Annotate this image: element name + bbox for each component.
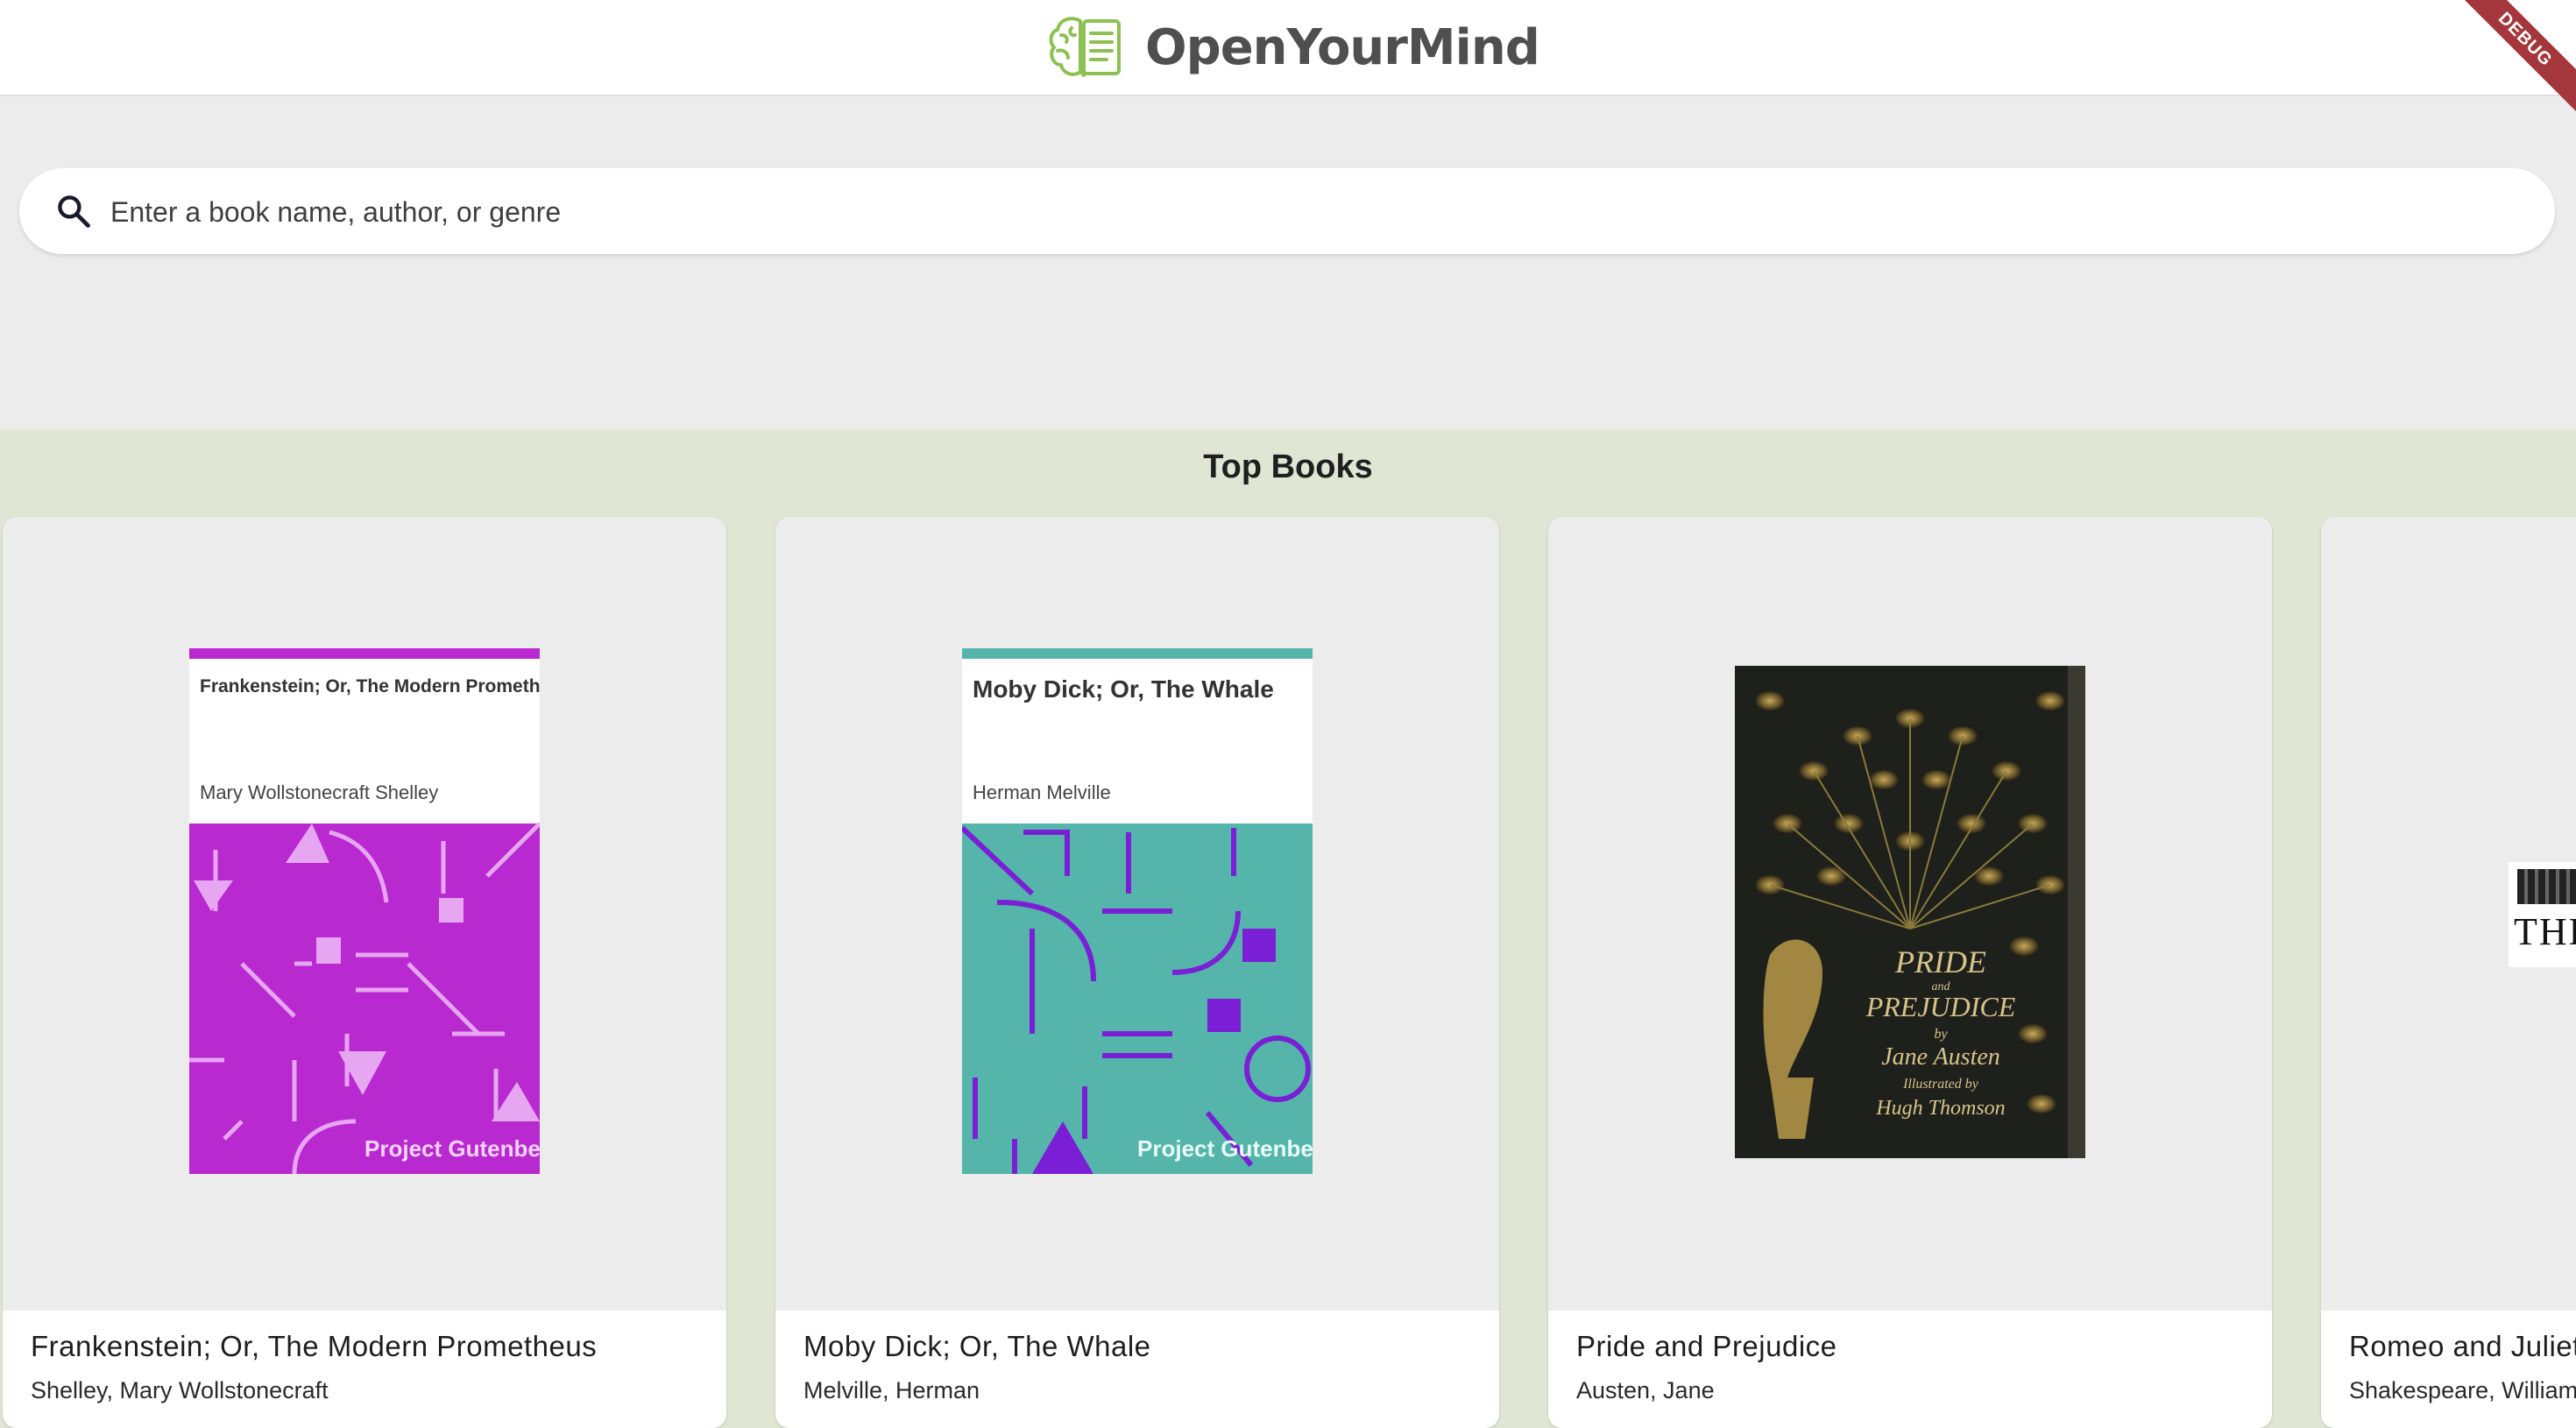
svg-text:Hugh Thomson: Hugh Thomson <box>1875 1097 2005 1120</box>
cover-ornament <box>2517 869 2576 904</box>
book-card[interactable]: Moby Dick; Or, The Whale Herman Melville <box>775 517 1499 1428</box>
book-info: Moby Dick; Or, The Whale Melville, Herma… <box>775 1311 1499 1428</box>
section-heading: Top Books <box>1203 449 1373 485</box>
svg-text:PREJUDICE: PREJUDICE <box>1865 991 2016 1022</box>
brain-book-logo-icon <box>1049 17 1121 77</box>
book-author: Shelley, Mary Wollstonecraft <box>31 1377 329 1403</box>
search-icon[interactable] <box>54 192 93 230</box>
book-cover: THE <box>2509 862 2576 967</box>
book-title: Romeo and Juliet <box>2349 1330 2576 1362</box>
cover-publisher: Project Gutenberg <box>1137 1135 1313 1162</box>
top-books-section: Top Books Frankenstein; Or, The Modern P… <box>0 429 2576 1428</box>
book-info: Frankenstein; Or, The Modern Prometheus … <box>3 1311 726 1428</box>
book-title: Frankenstein; Or, The Modern Prometheus <box>31 1330 598 1362</box>
cover-title: THE <box>2514 910 2576 953</box>
svg-text:PRIDE: PRIDE <box>1894 944 1986 979</box>
svg-text:Jane Austen: Jane Austen <box>1881 1043 2000 1071</box>
debug-banner: DEBUG <box>2440 0 2576 124</box>
cover-title: Moby Dick; Or, The Whale <box>973 675 1274 703</box>
cover-author: Mary Wollstonecraft Shelley <box>200 781 438 803</box>
book-title: Moby Dick; Or, The Whale <box>803 1330 1151 1362</box>
book-info: Romeo and Juliet Shakespeare, William <box>2321 1311 2576 1428</box>
search-input[interactable] <box>109 186 2478 238</box>
svg-text:by: by <box>1934 1027 1948 1042</box>
book-cover: PRIDE and PREJUDICE by Jane Austen Illus… <box>1735 666 2085 1158</box>
book-author: Shakespeare, William <box>2349 1377 2576 1403</box>
book-cover: Frankenstein; Or, The Modern Prometheus … <box>189 648 540 1174</box>
book-card[interactable]: THE Romeo and Juliet Shakespeare, Willia… <box>2321 517 2576 1428</box>
cover-publisher: Project Gutenberg <box>364 1135 540 1162</box>
book-card[interactable]: Frankenstein; Or, The Modern Prometheus … <box>3 517 726 1428</box>
brand[interactable]: OpenYourMind <box>1047 14 1540 81</box>
book-author: Melville, Herman <box>803 1377 980 1403</box>
book-cover: Moby Dick; Or, The Whale Herman Melville <box>962 648 1313 1174</box>
book-author: Austen, Jane <box>1576 1377 1715 1403</box>
app-title: OpenYourMind <box>1145 18 1540 76</box>
search-bar[interactable] <box>19 168 2555 254</box>
book-info: Pride and Prejudice Austen, Jane <box>1548 1311 2272 1428</box>
book-card[interactable]: PRIDE and PREJUDICE by Jane Austen Illus… <box>1548 517 2272 1428</box>
svg-text:Illustrated by: Illustrated by <box>1902 1077 1979 1092</box>
book-title: Pride and Prejudice <box>1576 1330 1837 1362</box>
app-header: OpenYourMind DEBUG <box>0 0 2576 124</box>
cover-title: Frankenstein; Or, The Modern Prometheus <box>200 676 540 696</box>
cover-author: Herman Melville <box>973 781 1111 803</box>
